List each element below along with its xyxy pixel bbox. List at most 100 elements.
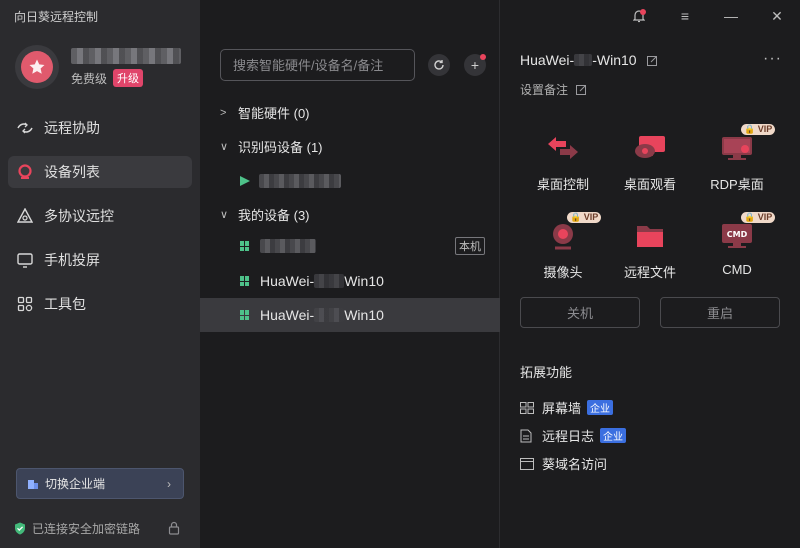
android-device-icon [240, 176, 251, 186]
account-tier: 免费级 [71, 72, 108, 86]
search-input[interactable] [220, 49, 415, 81]
enterprise-badge: 企业 [600, 428, 627, 443]
rdp-desktop-button[interactable]: 🔒 VIP RDP桌面 [692, 124, 782, 193]
plus-icon: + [470, 57, 480, 73]
vip-badge: 🔒 VIP [741, 124, 776, 135]
hamburger-icon: ≡ [680, 8, 690, 24]
nav-label: 手机投屏 [44, 252, 100, 268]
device-detail-panel: ≡ — ✕ HuaWei- -Win10 ··· 设置备注 桌面控制 桌面观看 … [500, 0, 800, 548]
group-smart-hardware[interactable]: > 智能硬件 (0) [220, 103, 310, 122]
nav-item-remote-assist[interactable]: 远程协助 [8, 112, 192, 144]
toolkit-icon [16, 295, 34, 313]
domain-access-link[interactable]: 葵域名访问 [520, 454, 607, 473]
switch-enterprise-label: 切换企业端 [45, 477, 106, 491]
avatar[interactable] [15, 45, 59, 89]
vip-badge: 🔒 VIP [741, 212, 776, 223]
nav-label: 设备列表 [44, 164, 100, 180]
extensions-title: 拓展功能 [520, 365, 573, 380]
set-remark[interactable]: 设置备注 [520, 81, 587, 98]
nav-label: 工具包 [44, 296, 86, 312]
nav-item-screen-cast[interactable]: 手机投屏 [8, 244, 192, 276]
window-controls: ≡ — ✕ [616, 0, 800, 32]
device-name-redacted [314, 308, 345, 322]
upgrade-button[interactable]: 升级 [113, 69, 143, 87]
windows-icon [240, 276, 250, 286]
document-icon [520, 429, 536, 443]
remote-log-link[interactable]: 远程日志 企业 [520, 426, 627, 445]
building-icon [27, 478, 39, 490]
switch-enterprise-button[interactable]: 切换企业端 › [16, 468, 184, 499]
group-label: 我的设备 (3) [238, 208, 310, 223]
nav-item-multi-protocol[interactable]: 多协议远控 [8, 200, 192, 232]
device-name-redacted [574, 54, 593, 66]
device-name-prefix: HuaWei- [260, 307, 315, 323]
shutdown-button[interactable]: 关机 [520, 297, 640, 328]
rdp-desktop-icon: 🔒 VIP [717, 124, 776, 166]
device-title: HuaWei- -Win10 [520, 52, 658, 68]
group-id-code-devices[interactable]: ∨ 识别码设备 (1) [220, 137, 323, 156]
add-device-button[interactable]: + [464, 54, 486, 76]
device-name-prefix: HuaWei- [520, 52, 575, 68]
remote-file-button[interactable]: 远程文件 [605, 218, 695, 281]
cmd-icon: CMD 🔒 VIP [717, 212, 776, 254]
star-icon [21, 51, 53, 83]
device-name-suffix: Win10 [344, 307, 384, 323]
shield-icon [14, 522, 26, 535]
chevron-down-icon: ∨ [220, 141, 229, 153]
menu-button[interactable]: ≡ [662, 0, 708, 32]
desktop-view-icon [630, 130, 670, 166]
desktop-view-button[interactable]: 桌面观看 [605, 130, 695, 193]
windows-icon [240, 310, 250, 320]
device-name-suffix: -Win10 [592, 52, 637, 68]
svg-text:CMD: CMD [727, 230, 748, 239]
nav-item-device-list[interactable]: 设备列表 [8, 156, 192, 188]
username-redacted [71, 48, 181, 64]
desktop-control-icon [543, 130, 583, 166]
close-button[interactable]: ✕ [754, 0, 800, 32]
sidebar: 向日葵远程控制 免费级 升级 远程协助 设备列表 多协议远控 手机投屏 工具包 … [0, 0, 200, 548]
minimize-button[interactable]: — [708, 0, 754, 32]
device-name-redacted [314, 274, 345, 288]
camera-button[interactable]: 🔒 VIP 摄像头 [518, 212, 608, 281]
notification-button[interactable] [616, 0, 662, 32]
device-row-local[interactable]: 本机 [200, 229, 500, 263]
group-my-devices[interactable]: ∨ 我的设备 (3) [220, 205, 310, 224]
refresh-button[interactable] [428, 54, 450, 76]
cmd-button[interactable]: CMD 🔒 VIP CMD [692, 212, 782, 277]
camera-icon: 🔒 VIP [543, 212, 602, 254]
ext-label: 远程日志 [542, 429, 595, 444]
app-title: 向日葵远程控制 [14, 10, 99, 24]
group-label: 识别码设备 (1) [238, 140, 323, 155]
browser-icon [520, 457, 536, 470]
more-options-button[interactable]: ··· [763, 50, 782, 68]
notification-dot [480, 54, 486, 60]
device-list-icon [16, 163, 34, 181]
device-row-huawei-1[interactable]: HuaWei- Win10 [200, 264, 500, 298]
vip-badge: 🔒 VIP [567, 212, 602, 223]
lock-icon[interactable] [168, 521, 180, 538]
feature-label: CMD [722, 262, 752, 277]
group-label: 智能硬件 (0) [238, 106, 310, 121]
edit-icon[interactable] [646, 55, 658, 66]
feature-label: 桌面观看 [623, 177, 676, 192]
chevron-down-icon: ∨ [220, 209, 229, 221]
feature-label: 桌面控制 [536, 177, 589, 192]
screen-wall-link[interactable]: 屏幕墙 企业 [520, 398, 614, 417]
secure-connection-status: 已连接安全加密链路 [14, 520, 140, 537]
windows-icon [240, 241, 250, 251]
feature-label: 摄像头 [543, 265, 583, 280]
device-list-panel: + > 智能硬件 (0) ∨ 识别码设备 (1) ∨ 我的设备 (3) 本机 H… [200, 0, 500, 548]
remark-label: 设置备注 [520, 83, 569, 97]
refresh-icon [433, 59, 445, 71]
close-icon: ✕ [771, 7, 783, 24]
folder-icon [630, 218, 670, 254]
nav-item-toolkit[interactable]: 工具包 [8, 288, 192, 320]
desktop-control-button[interactable]: 桌面控制 [518, 130, 608, 193]
restart-button[interactable]: 重启 [660, 297, 780, 328]
device-row-huawei-2[interactable]: HuaWei- Win10 [200, 298, 500, 332]
local-machine-tag: 本机 [455, 237, 485, 255]
device-name-suffix: Win10 [344, 273, 384, 289]
device-row-id-code[interactable] [200, 164, 500, 198]
edit-icon [576, 84, 587, 95]
remote-assist-icon [16, 119, 34, 137]
